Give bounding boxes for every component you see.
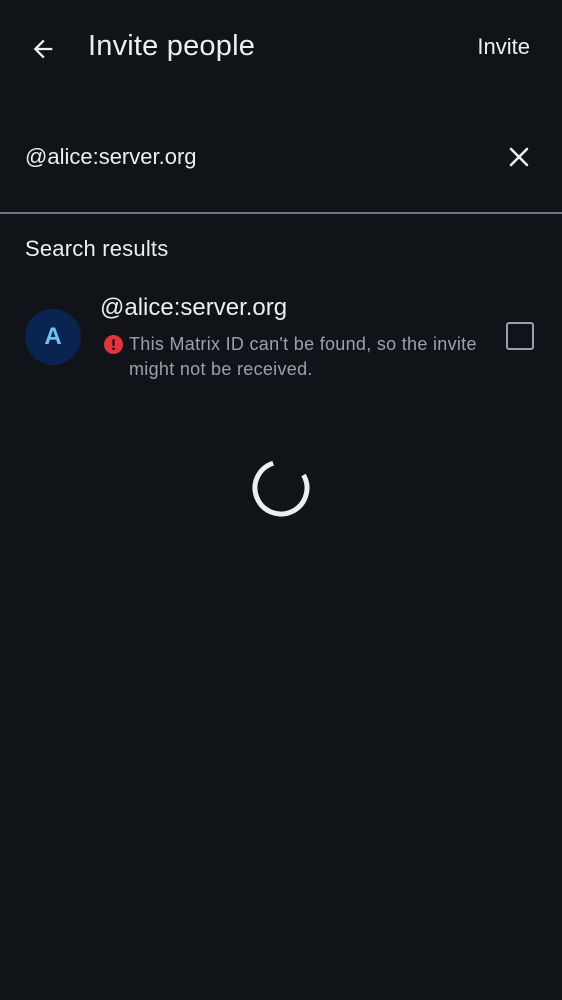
search-input[interactable] bbox=[25, 140, 465, 174]
spinner-icon bbox=[252, 460, 310, 517]
page-title: Invite people bbox=[88, 30, 256, 62]
user-id: @alice:server.org bbox=[100, 294, 288, 321]
section-header: Search results bbox=[25, 236, 169, 261]
warning-message: This Matrix ID can't be found, so the in… bbox=[104, 332, 484, 382]
avatar: A bbox=[25, 309, 81, 365]
clear-search-button[interactable] bbox=[500, 138, 538, 176]
arrow-left-icon bbox=[33, 39, 53, 59]
error-icon bbox=[104, 335, 123, 354]
search-result-item[interactable]: A @alice:server.org This Matrix ID can't… bbox=[0, 286, 562, 390]
top-app-bar: Invite people Invite bbox=[0, 0, 562, 100]
search-divider bbox=[0, 212, 562, 214]
close-icon bbox=[509, 147, 529, 167]
avatar-initial: A bbox=[44, 323, 62, 350]
invite-people-screen: Invite people Invite Search results A @a… bbox=[0, 0, 562, 1000]
search-bar bbox=[0, 120, 562, 212]
select-checkbox[interactable] bbox=[506, 322, 534, 350]
back-button[interactable] bbox=[22, 28, 64, 70]
invite-button[interactable]: Invite bbox=[477, 34, 530, 60]
warning-text: This Matrix ID can't be found, so the in… bbox=[129, 334, 477, 379]
